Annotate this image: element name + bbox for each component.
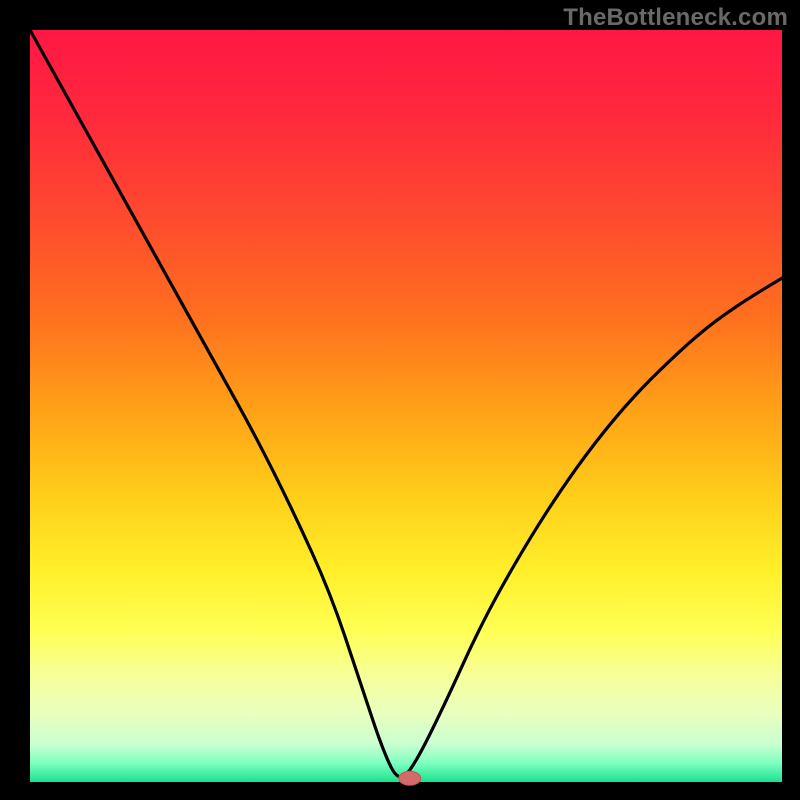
chart-frame: { "watermark": "TheBottleneck.com", "col… bbox=[0, 0, 800, 800]
watermark-text: TheBottleneck.com bbox=[563, 4, 788, 32]
optimum-marker bbox=[399, 771, 421, 785]
plot-background bbox=[30, 30, 782, 782]
bottleneck-chart bbox=[0, 0, 800, 800]
